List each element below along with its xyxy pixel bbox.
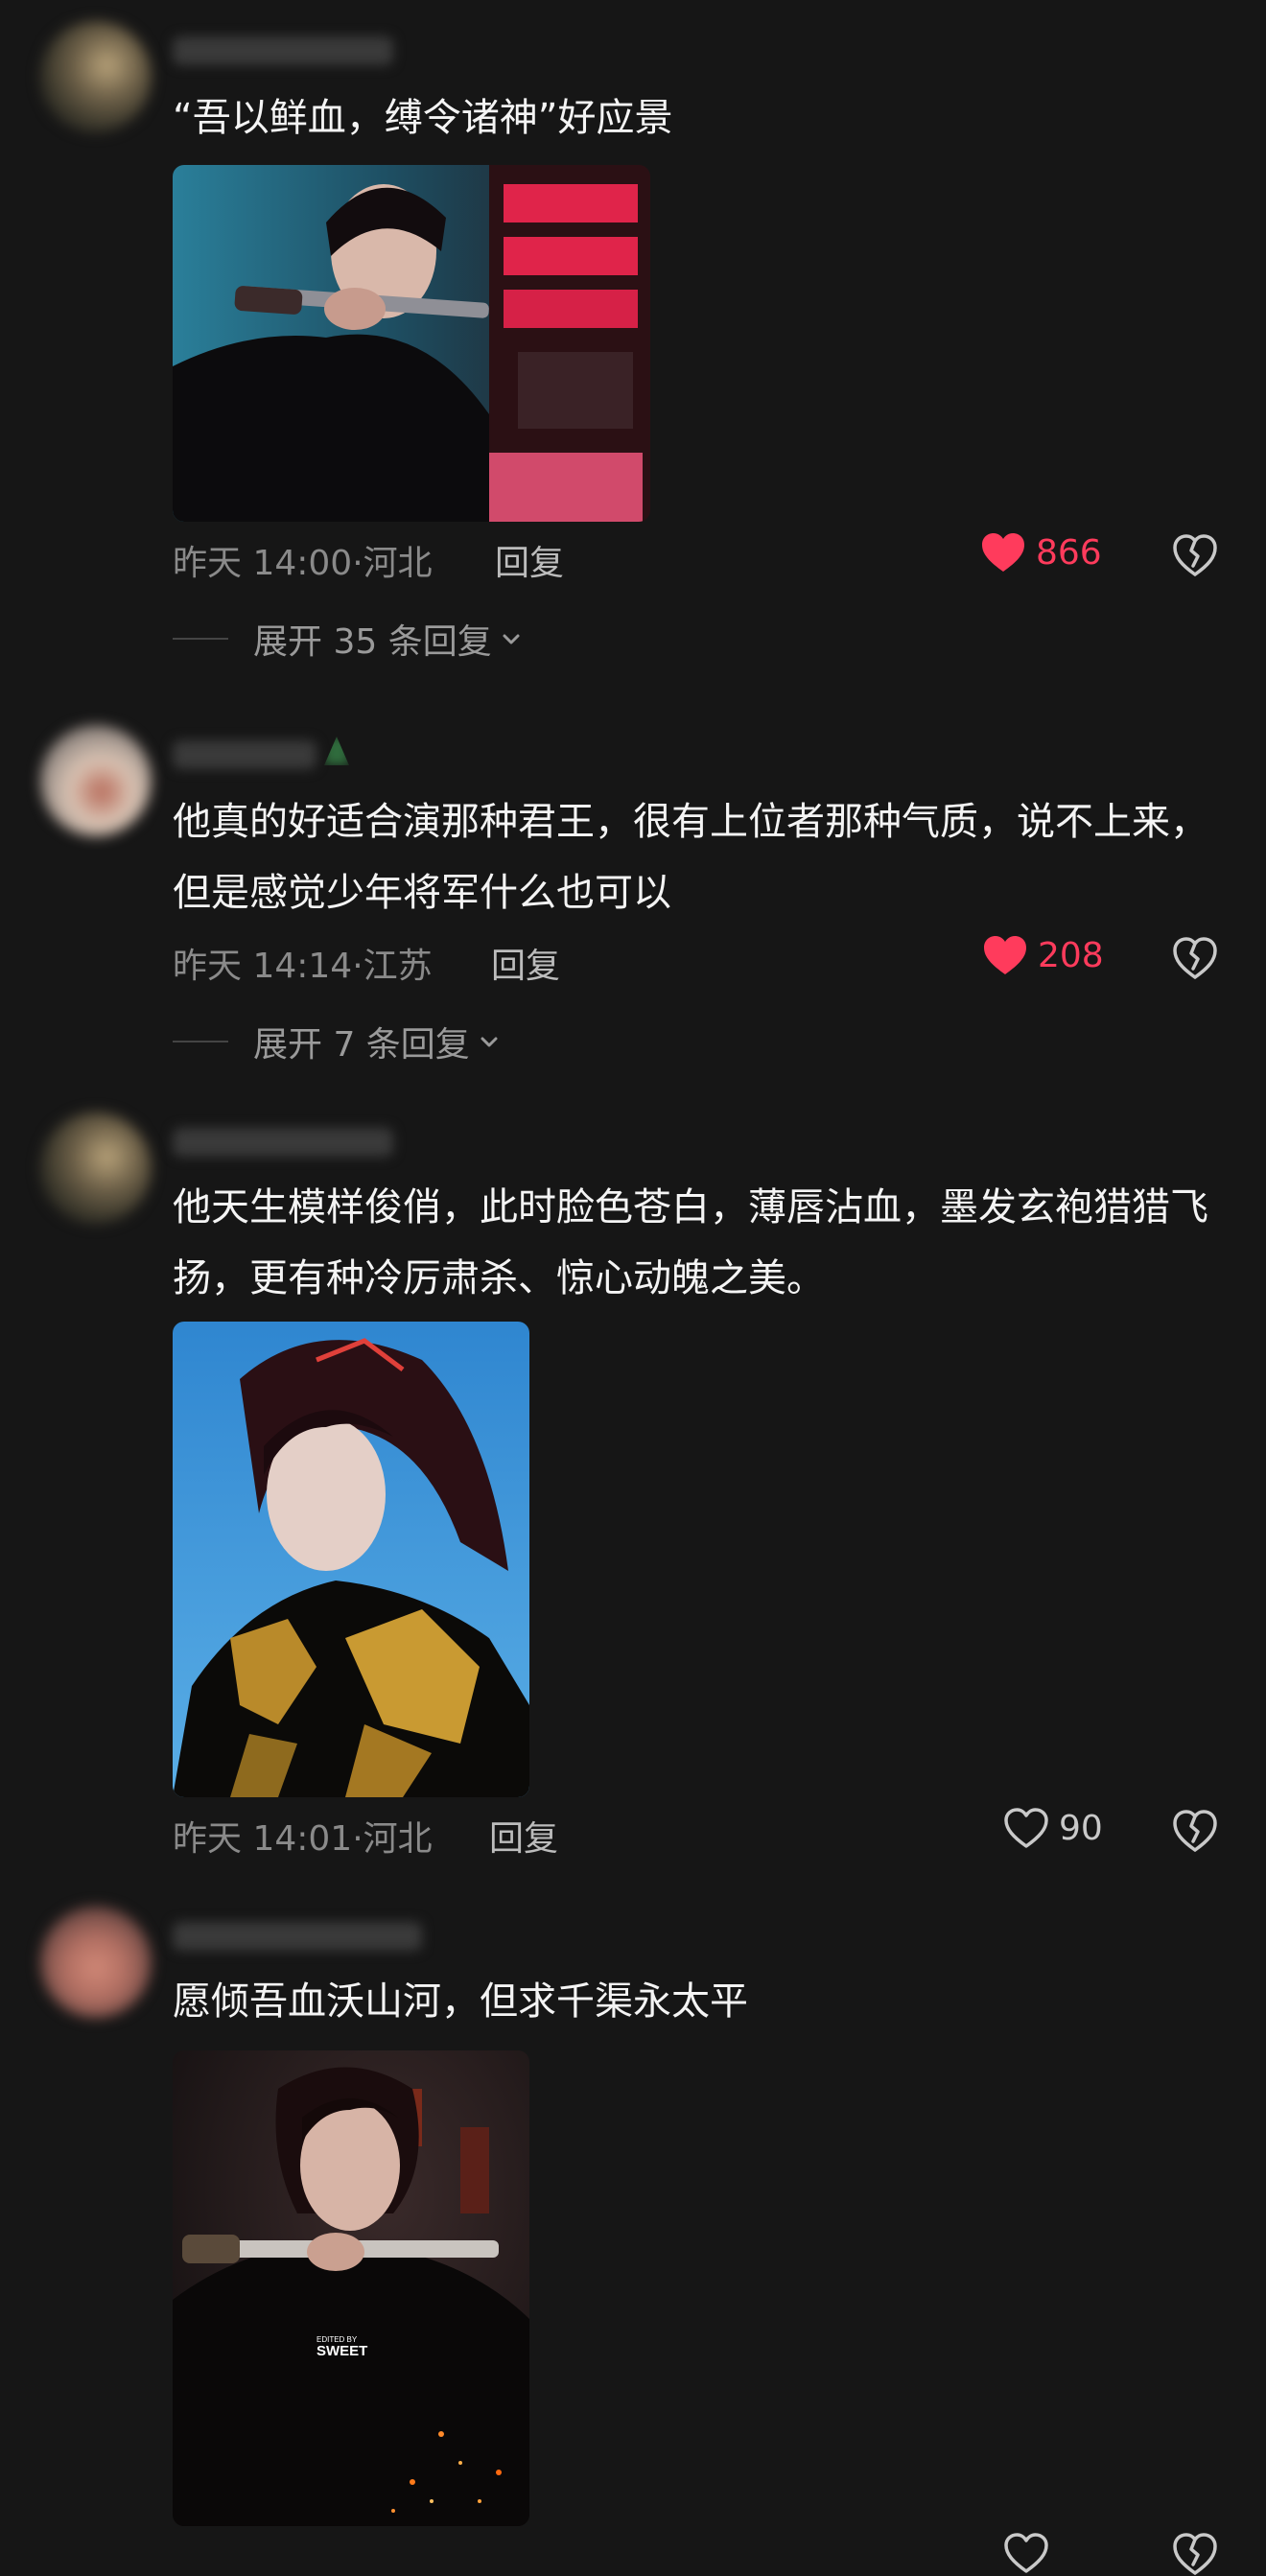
like-button[interactable]: 866 [980,531,1102,574]
broken-heart-icon[interactable] [1172,533,1218,577]
comment-meta: 昨天 14:14·江苏 [173,938,433,988]
comment-text: 他天生模样俊俏，此时脸色苍白，薄唇沾血，墨发玄袍猎猎飞扬，更有种冷厉肃杀、惊心动… [173,1185,1208,1300]
avatar[interactable] [40,21,152,132]
comment-location: 江苏 [363,947,433,986]
like-count: 866 [1036,532,1102,573]
comment-image[interactable] [173,165,650,522]
comment-time: 昨天 14:00 [173,544,353,583]
username-blurred[interactable] [173,36,393,65]
expand-label: 展开 35 条回复 [253,622,492,662]
meta-separator: · [352,947,363,986]
comment-image[interactable]: EDITED BY SWEET [173,2050,529,2526]
heart-icon [982,533,1024,572]
comment-location: 河北 [363,1819,433,1859]
comment-location: 河北 [363,544,433,583]
comment-time: 昨天 14:01 [173,1819,353,1859]
username-blurred[interactable] [173,1922,422,1951]
avatar[interactable] [40,1907,152,2018]
chevron-down-icon [481,1037,498,1047]
reply-button[interactable]: 回复 [491,938,560,988]
like-button[interactable]: 208 [982,934,1104,976]
image-still-portrait [173,1322,529,1797]
broken-heart-icon[interactable] [1172,1809,1218,1853]
user-badge-icon [324,737,349,765]
expand-replies[interactable]: 展开 35 条回复 [173,614,523,664]
broken-heart-icon[interactable] [1172,2532,1218,2576]
comment-meta: 昨天 14:01·河北 [173,1811,433,1861]
username-blurred[interactable] [173,740,316,769]
expand-replies[interactable]: 展开 7 条回复 [173,1017,501,1066]
heart-icon [1004,1808,1048,1848]
heart-icon[interactable] [1003,2532,1049,2574]
reply-button[interactable]: 回复 [489,1811,558,1861]
comment-time: 昨天 14:14 [173,947,353,986]
avatar[interactable] [40,725,152,836]
comment-image[interactable] [173,1322,529,1797]
like-count: 90 [1059,1808,1103,1848]
username-blurred[interactable] [173,1128,393,1157]
heart-icon [984,936,1026,974]
like-count: 208 [1038,935,1104,975]
comment-text: “吾以鲜血，缚令诸神”好应景 [173,96,673,140]
like-button[interactable]: 90 [1003,1807,1103,1849]
comment-meta: 昨天 14:00·河北 [173,535,433,585]
expand-label: 展开 7 条回复 [253,1025,470,1065]
watermark-name: SWEET [316,2343,368,2359]
meta-separator: · [352,1819,363,1859]
comment-text: 他真的好适合演那种君王，很有上位者那种气质，说不上来，但是感觉少年将军什么也可以 [173,800,1208,915]
chevron-down-icon [503,634,520,644]
image-still-fire [173,2050,529,2526]
image-watermark: EDITED BY SWEET [316,2336,367,2359]
image-still-sword [173,165,650,522]
avatar[interactable] [40,1112,152,1224]
reply-button[interactable]: 回复 [495,535,564,585]
comment-text: 愿倾吾血沃山河，但求千渠永太平 [173,1979,748,2024]
expand-divider [173,638,228,640]
meta-separator: · [352,544,363,583]
expand-divider [173,1041,228,1042]
broken-heart-icon[interactable] [1172,936,1218,980]
